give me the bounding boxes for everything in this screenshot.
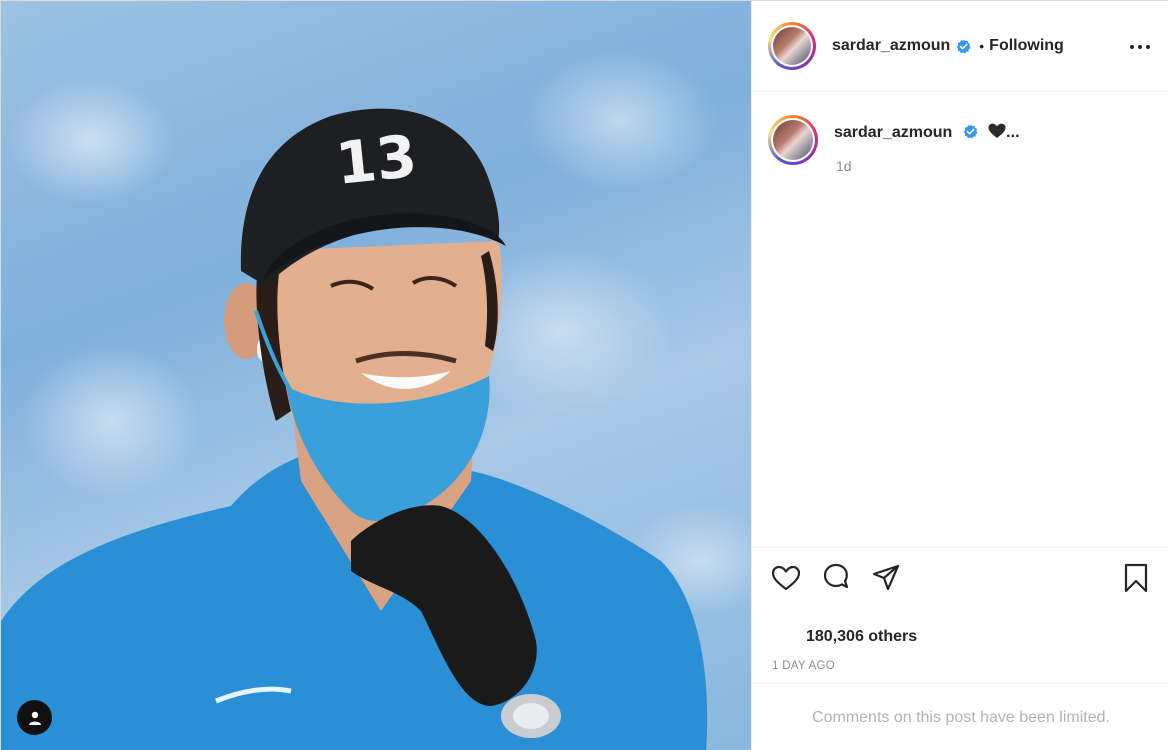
black-heart-icon (988, 123, 1006, 138)
cap-number: 13 (333, 122, 420, 198)
paper-plane-icon[interactable] (870, 562, 902, 594)
avatar[interactable] (768, 22, 816, 70)
comments-limited-notice: Comments on this post have been limited. (752, 683, 1168, 750)
bookmark-icon[interactable] (1120, 562, 1152, 594)
caption-more[interactable]: ... (1006, 124, 1019, 141)
header-username[interactable]: sardar_azmoun (832, 37, 950, 55)
post-timestamp[interactable]: 1 DAY AGO (772, 660, 835, 672)
action-bar (752, 547, 1168, 607)
more-options-icon[interactable] (1130, 37, 1150, 57)
post-container: 13 sardar_azmoun • Following sardar_azmo… (0, 0, 1168, 750)
caption-username[interactable]: sardar_azmoun (834, 124, 952, 141)
post-photo[interactable]: 13 (1, 1, 751, 750)
comment-icon[interactable] (820, 562, 852, 594)
header-separator: • (979, 38, 985, 54)
heart-icon[interactable] (770, 562, 802, 594)
post-side-panel: sardar_azmoun • Following sardar_azmoun (751, 1, 1168, 750)
caption-verified-badge-icon (963, 124, 978, 139)
caption: sardar_azmoun ... 1d (768, 115, 1020, 174)
following-button[interactable]: Following (989, 37, 1064, 55)
post-header: sardar_azmoun • Following (752, 1, 1168, 92)
likes-count[interactable]: 180,306 others (806, 628, 917, 646)
caption-body: sardar_azmoun ... 1d (834, 115, 1020, 174)
caption-line: sardar_azmoun ... (834, 123, 1020, 142)
caption-time[interactable]: 1d (836, 158, 1020, 174)
caption-avatar[interactable] (768, 115, 818, 165)
photo-scene: 13 (1, 108, 708, 750)
user-tag-icon (28, 711, 41, 725)
verified-badge-icon (956, 38, 971, 54)
tag-people-button[interactable] (17, 700, 52, 735)
